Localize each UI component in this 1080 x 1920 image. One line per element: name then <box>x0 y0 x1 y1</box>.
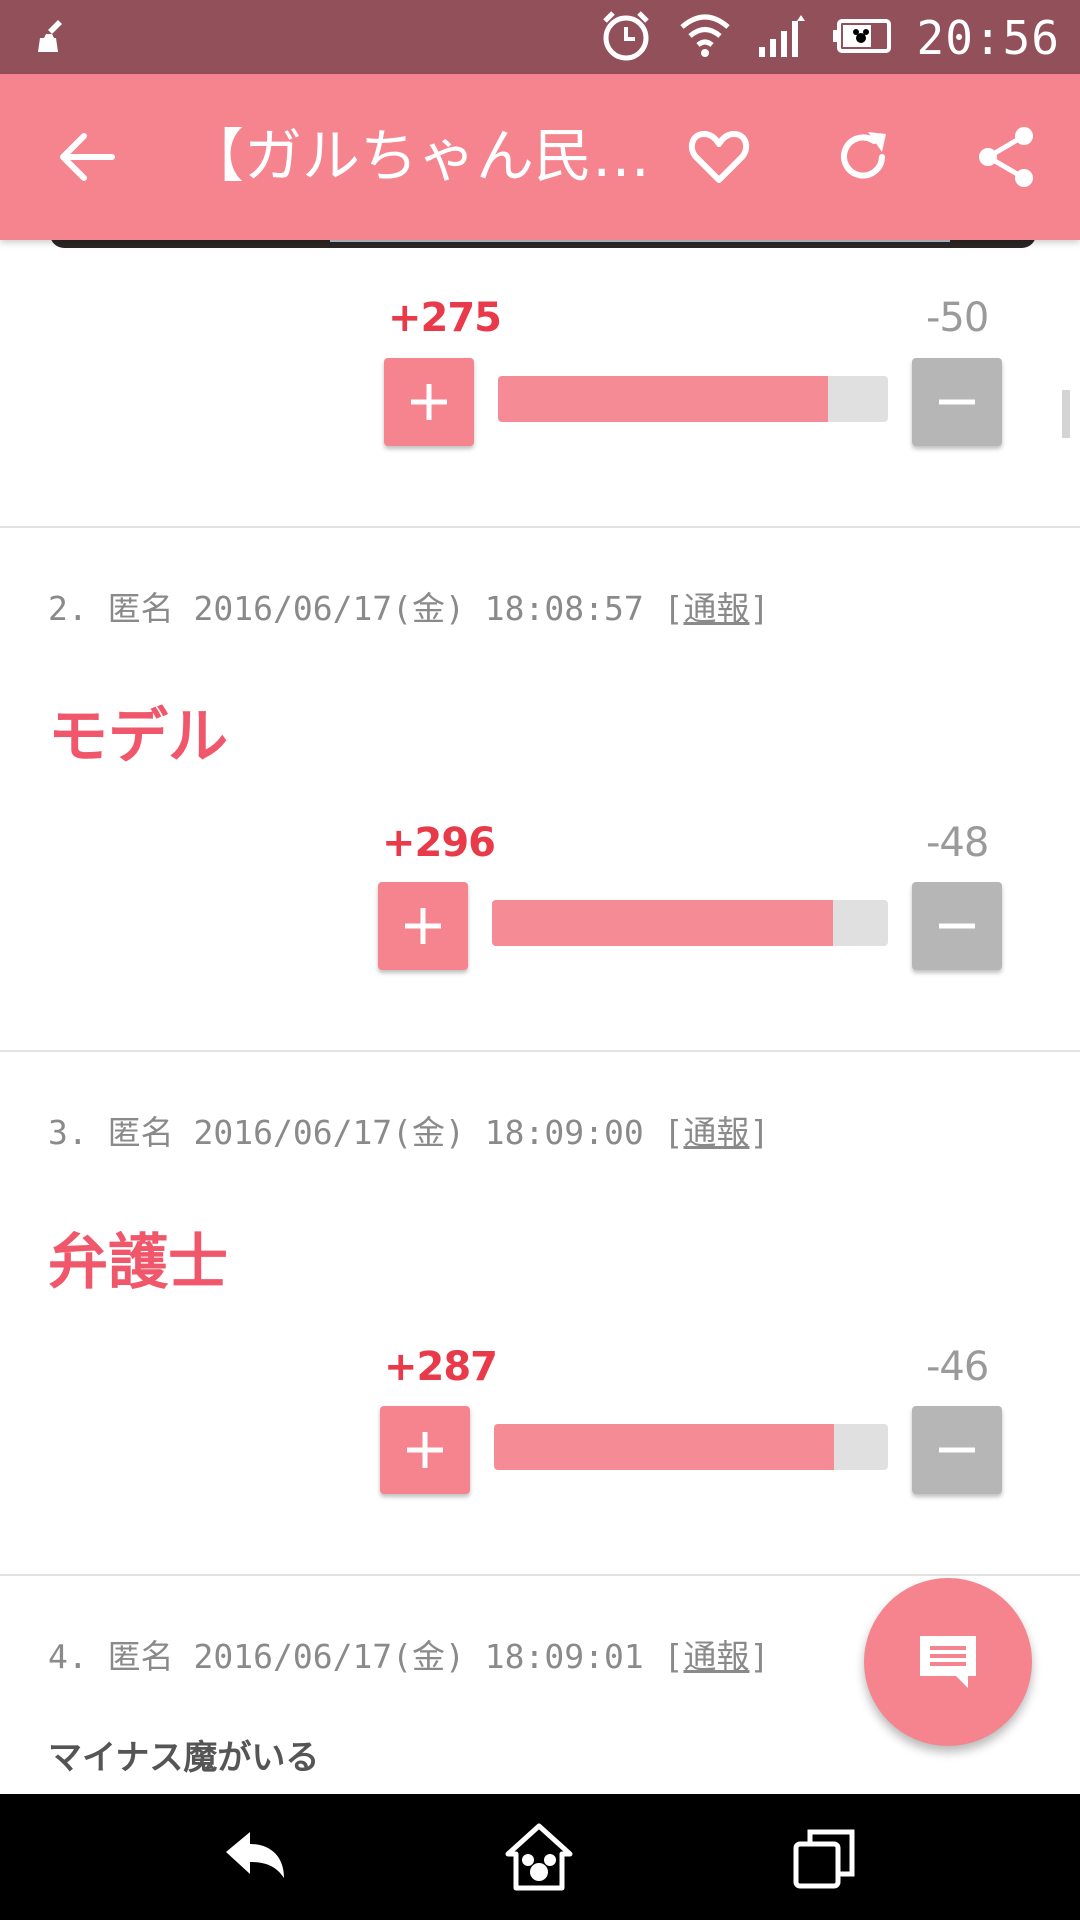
report-bracket-close: ] <box>749 589 770 628</box>
comment-number: 4. <box>48 1637 88 1676</box>
vote-ratio-bar <box>492 900 888 946</box>
comment-list[interactable]: +275 -50 2. 匿名 2016/06/17(金) 18:08:57 [通… <box>0 240 1080 1794</box>
heart-icon[interactable] <box>686 124 752 190</box>
comment-image[interactable] <box>50 240 1036 248</box>
report-bracket-close: ] <box>749 1637 770 1676</box>
vote-ratio-bar <box>494 1424 888 1470</box>
report-bracket-close: ] <box>749 1113 770 1152</box>
comment-meta: 3. 匿名 2016/06/17(金) 18:09:00 [通報] <box>48 1106 769 1154</box>
vote-ratio-fill <box>492 900 833 946</box>
comment-datetime: 2016/06/17(金) 18:09:01 <box>193 1637 644 1676</box>
divider <box>0 1574 1080 1576</box>
comment-body: マイナス魔がいる <box>48 1738 320 1778</box>
report-link[interactable]: 通報 <box>683 1637 749 1676</box>
vote-ratio-fill <box>494 1424 834 1470</box>
home-nav-icon[interactable] <box>504 1822 574 1892</box>
minus-button[interactable] <box>912 1406 1002 1494</box>
cleaner-icon <box>36 18 72 58</box>
wifi-icon <box>679 13 731 63</box>
status-bar: 20:56 <box>0 0 1080 74</box>
minus-count: -50 <box>926 295 989 341</box>
comment-body: 弁護士 <box>48 1228 228 1298</box>
minus-icon <box>939 1447 975 1453</box>
recents-nav-icon[interactable] <box>790 1822 860 1892</box>
report-bracket-open: [ <box>663 1637 684 1676</box>
comment-number: 3. <box>48 1113 88 1152</box>
battery-icon <box>832 19 891 57</box>
plus-icon <box>411 384 447 420</box>
share-icon[interactable] <box>974 124 1040 190</box>
plus-count: +287 <box>384 1344 498 1390</box>
vote-ratio-fill <box>498 376 828 422</box>
back-arrow-icon[interactable] <box>54 124 120 190</box>
plus-icon <box>407 1432 443 1468</box>
comment-author: 匿名 <box>107 1637 174 1676</box>
plus-button[interactable] <box>380 1406 470 1494</box>
vote-ratio-bar <box>498 376 888 422</box>
plus-count: +296 <box>382 820 496 866</box>
alarm-icon <box>599 9 653 67</box>
divider <box>0 526 1080 528</box>
minus-count: -48 <box>926 820 989 866</box>
plus-icon <box>405 908 441 944</box>
back-nav-icon[interactable] <box>220 1822 290 1892</box>
report-bracket-open: [ <box>663 1113 684 1152</box>
comment-body: モデル <box>48 702 228 772</box>
comment-datetime: 2016/06/17(金) 18:08:57 <box>193 589 644 628</box>
plus-button[interactable] <box>378 882 468 970</box>
minus-icon <box>939 399 975 405</box>
report-bracket-open: [ <box>663 589 684 628</box>
comment-datetime: 2016/06/17(金) 18:09:00 <box>193 1113 644 1152</box>
report-link[interactable]: 通報 <box>683 589 749 628</box>
comment-icon <box>920 1636 976 1688</box>
minus-count: -46 <box>926 1344 989 1390</box>
signal-icon <box>757 13 807 63</box>
write-comment-button[interactable] <box>864 1578 1032 1746</box>
app-bar: 【ガルちゃん民… <box>0 74 1080 240</box>
minus-button[interactable] <box>912 882 1002 970</box>
comment-author: 匿名 <box>107 1113 174 1152</box>
report-link[interactable]: 通報 <box>683 1113 749 1152</box>
comment-author: 匿名 <box>107 589 174 628</box>
comment-meta: 2. 匿名 2016/06/17(金) 18:08:57 [通報] <box>48 582 769 630</box>
comment-number: 2. <box>48 589 88 628</box>
status-time: 20:56 <box>916 11 1060 65</box>
plus-button[interactable] <box>384 358 474 446</box>
refresh-icon[interactable] <box>830 124 896 190</box>
divider <box>0 1050 1080 1052</box>
comment-meta: 4. 匿名 2016/06/17(金) 18:09:01 [通報] <box>48 1630 769 1678</box>
plus-count: +275 <box>388 295 502 341</box>
navigation-bar <box>0 1794 1080 1920</box>
scrollbar[interactable] <box>1062 390 1070 438</box>
minus-button[interactable] <box>912 358 1002 446</box>
minus-icon <box>939 923 975 929</box>
page-title: 【ガルちゃん民… <box>186 122 651 190</box>
